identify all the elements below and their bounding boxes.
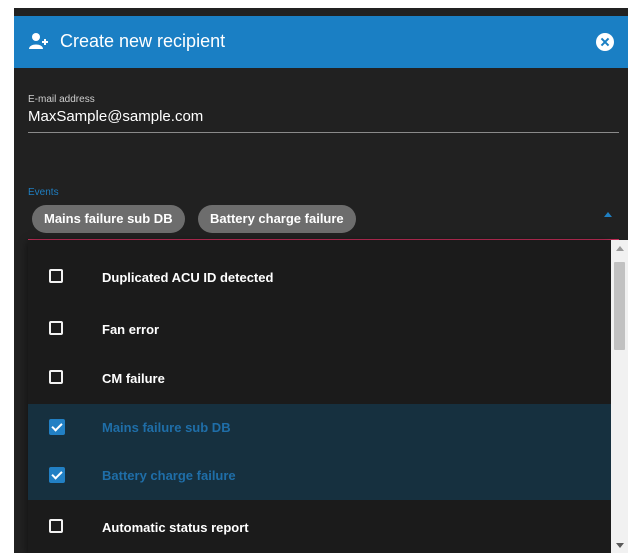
checkbox-icon[interactable] xyxy=(49,519,63,533)
email-input[interactable]: MaxSample@sample.com xyxy=(28,108,203,125)
scrollbar-thumb[interactable] xyxy=(614,262,625,350)
event-chip[interactable]: Battery charge failure xyxy=(198,205,356,233)
dialog-title: Create new recipient xyxy=(60,31,226,51)
scroll-down-icon[interactable] xyxy=(616,543,624,548)
close-icon[interactable] xyxy=(596,33,614,51)
checkbox-checked-icon[interactable] xyxy=(49,419,65,435)
dropdown-option[interactable]: Duplicated ACU ID detected xyxy=(28,254,611,302)
email-underline xyxy=(28,132,619,133)
dropdown-option[interactable]: Mains failure sub DB xyxy=(28,404,611,452)
option-label: Battery charge failure xyxy=(102,468,236,483)
dropdown-option[interactable]: CM failure xyxy=(28,355,611,403)
event-chip[interactable]: Mains failure sub DB xyxy=(32,205,185,233)
events-dropdown-list: Duplicated ACU ID detected Fan error CM … xyxy=(28,240,611,553)
checkbox-icon[interactable] xyxy=(49,321,63,335)
option-label: CM failure xyxy=(102,371,165,386)
checkbox-checked-icon[interactable] xyxy=(49,467,65,483)
dropdown-scrollbar[interactable] xyxy=(611,240,628,553)
dialog-header: Create new recipient xyxy=(14,16,628,68)
checkbox-icon[interactable] xyxy=(49,269,63,283)
events-label: Events xyxy=(28,187,59,198)
dropdown-option[interactable]: Automatic status report xyxy=(28,504,611,552)
dropdown-option[interactable]: Fan error xyxy=(28,306,611,354)
dropdown-option[interactable]: Battery charge failure xyxy=(28,452,611,500)
scroll-up-icon[interactable] xyxy=(616,246,624,251)
option-label: Automatic status report xyxy=(102,520,249,535)
create-recipient-dialog: Create new recipient E-mail address MaxS… xyxy=(14,8,628,553)
option-label: Mains failure sub DB xyxy=(102,420,231,435)
user-add-icon xyxy=(28,32,48,55)
caret-up-icon[interactable] xyxy=(604,212,612,217)
email-label: E-mail address xyxy=(28,94,95,105)
option-label: Duplicated ACU ID detected xyxy=(102,270,274,285)
option-label: Fan error xyxy=(102,322,160,337)
checkbox-icon[interactable] xyxy=(49,370,63,384)
